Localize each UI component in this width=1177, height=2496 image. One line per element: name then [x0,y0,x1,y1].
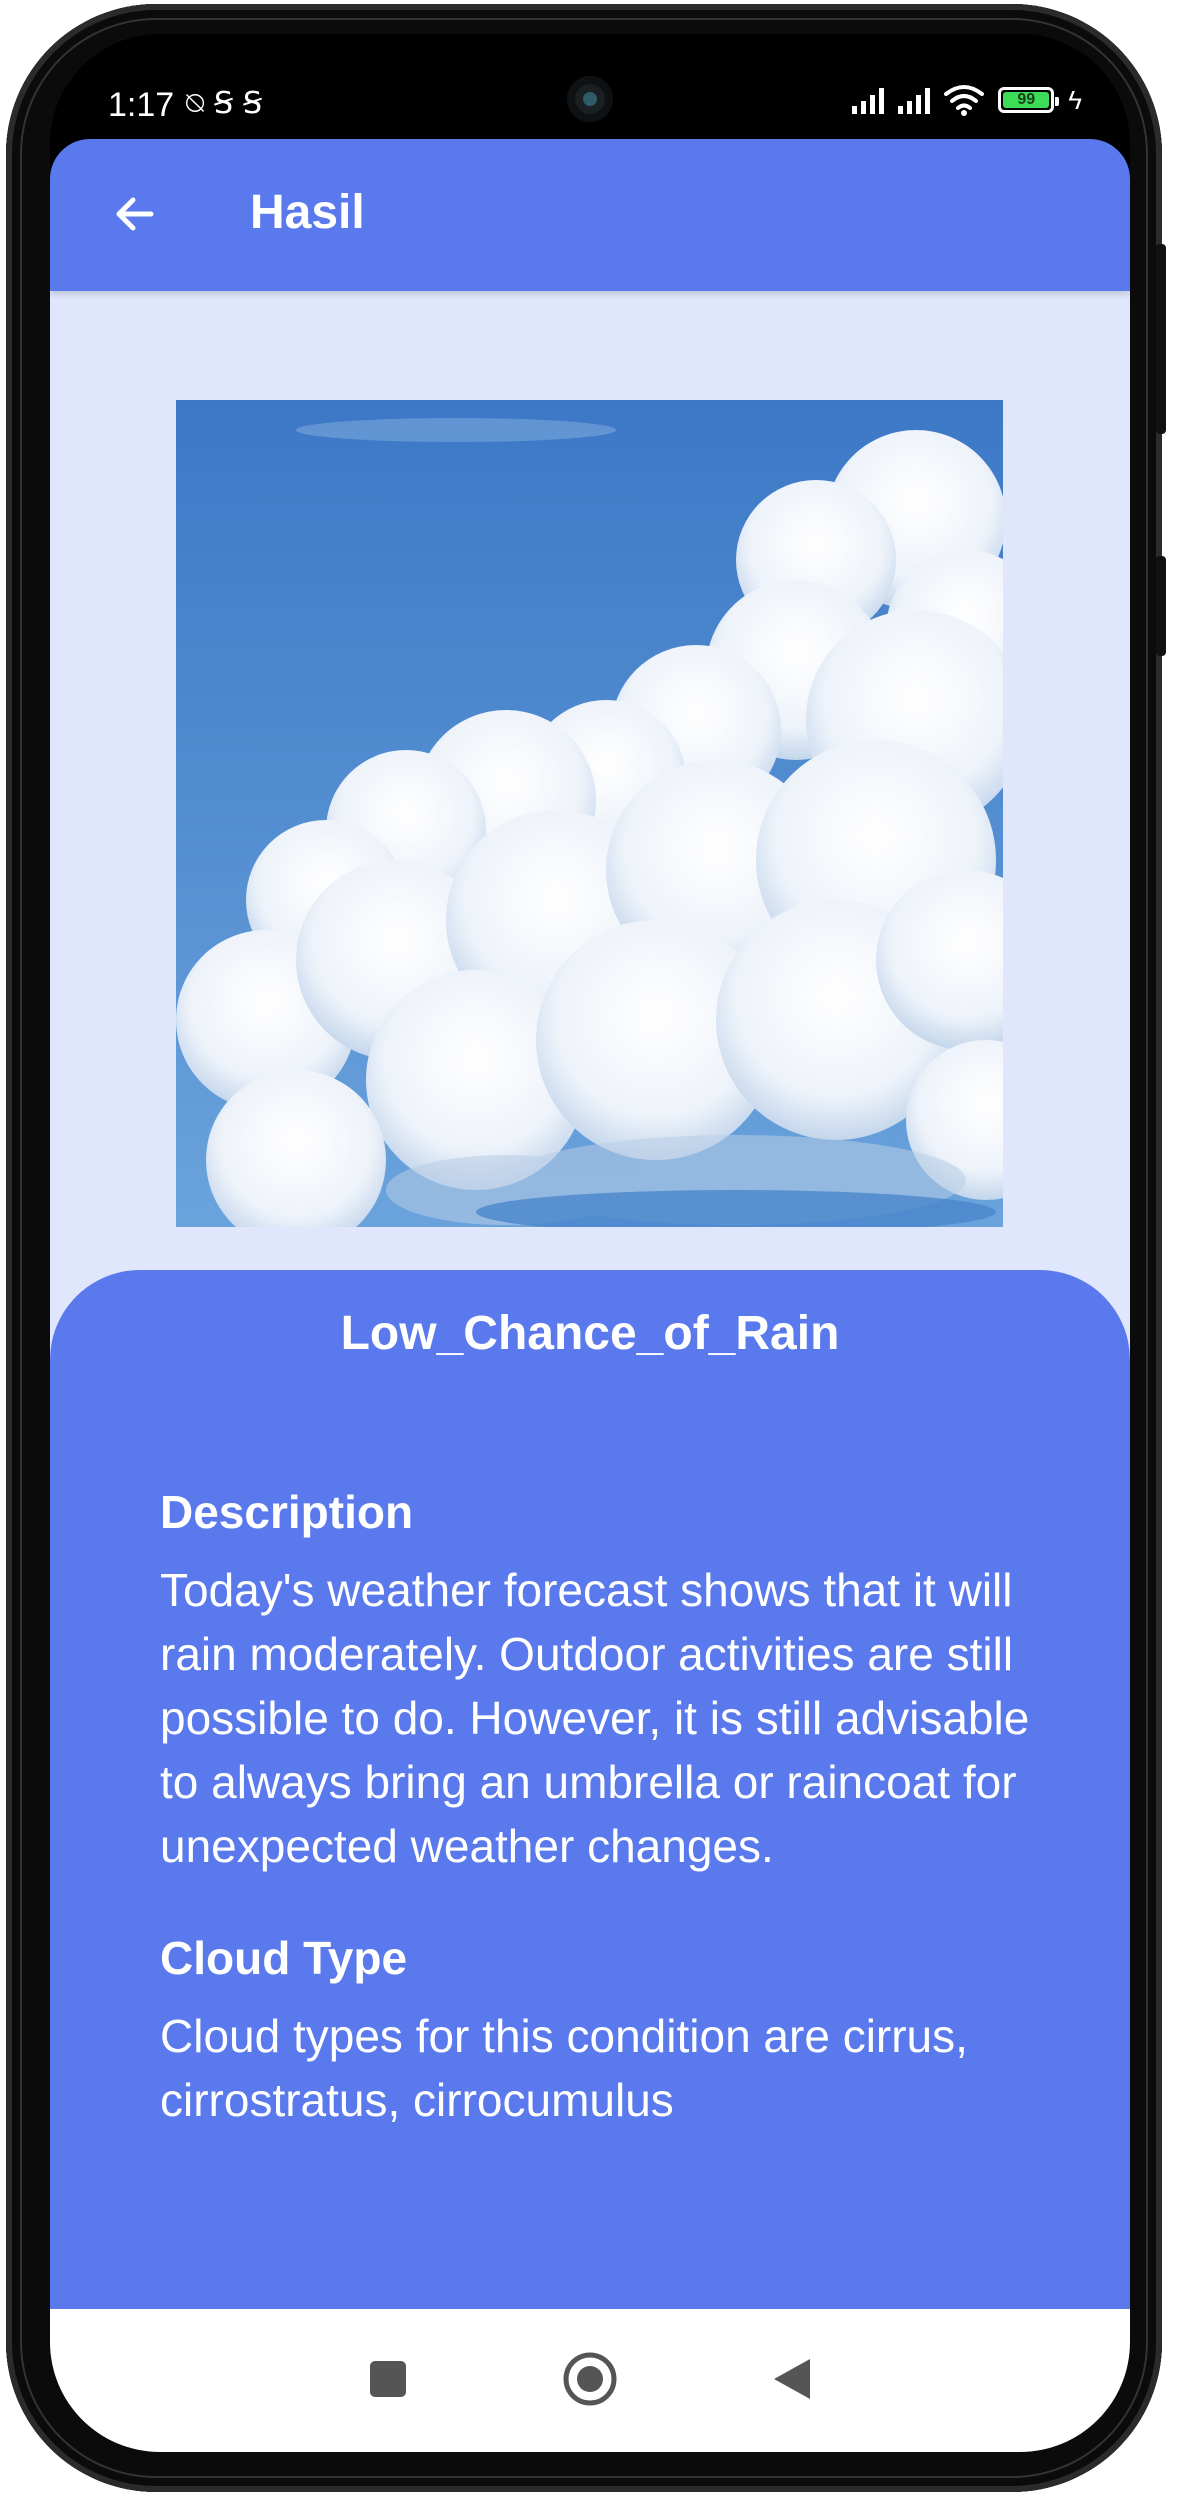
cloud-illustration [176,400,1003,1227]
signal-icon [898,86,931,114]
result-label: Low_Chance_of_Rain [340,1307,840,1360]
home-button[interactable] [550,2339,630,2419]
result-content[interactable]: Low_Chance_of_Rain Description Today's w… [50,291,1130,2309]
description-text: Today's weather forecast shows that it w… [160,1564,1030,1872]
muted-alarm-icon: ⍉ [186,87,214,120]
s-icon: Ꞩ [214,87,244,120]
front-camera [567,76,613,122]
status-bar: 1:17 ⍉ꞨꞨ 99 ϟ [50,34,1130,139]
back-button[interactable] [100,179,170,249]
back-triangle-icon [774,2359,810,2399]
cloud-type-text: Cloud types for this condition are cirru… [160,2010,968,2126]
recents-square-icon [370,2361,406,2397]
nav-back-button[interactable] [752,2339,832,2419]
signal-icon [852,86,885,114]
arrow-left-icon [116,197,154,231]
result-details[interactable]: Description Today's weather forecast sho… [160,1484,1040,2247]
recents-button[interactable] [348,2339,428,2419]
status-notification-icons: ⍉ꞨꞨ [186,86,272,121]
charging-icon: ϟ [1068,84,1082,115]
system-nav-bar [50,2309,1130,2452]
cloud-type-heading: Cloud Type [160,1932,408,1984]
screen: 1:17 ⍉ꞨꞨ 99 ϟ Hasil Low_Chance_of_Rain D… [50,34,1130,2452]
app-bar: Hasil [50,139,1130,291]
status-right-icons: 99 ϟ [852,84,1082,116]
s-icon: Ꞩ [243,87,273,120]
cloud-photo [176,400,1003,1227]
home-circle-icon [563,2352,617,2406]
status-time: 1:17 [108,86,175,124]
wifi-icon [944,85,985,116]
phone-frame: 1:17 ⍉ꞨꞨ 99 ϟ Hasil Low_Chance_of_Rain D… [6,4,1166,2492]
page-title: Hasil [250,186,365,239]
power-button [1156,556,1166,656]
result-card[interactable]: Low_Chance_of_Rain Description Today's w… [50,1270,1130,2309]
battery-icon: 99 [998,87,1060,113]
battery-level: 99 [1017,91,1036,108]
volume-button [1156,244,1166,434]
description-heading: Description [160,1486,414,1538]
